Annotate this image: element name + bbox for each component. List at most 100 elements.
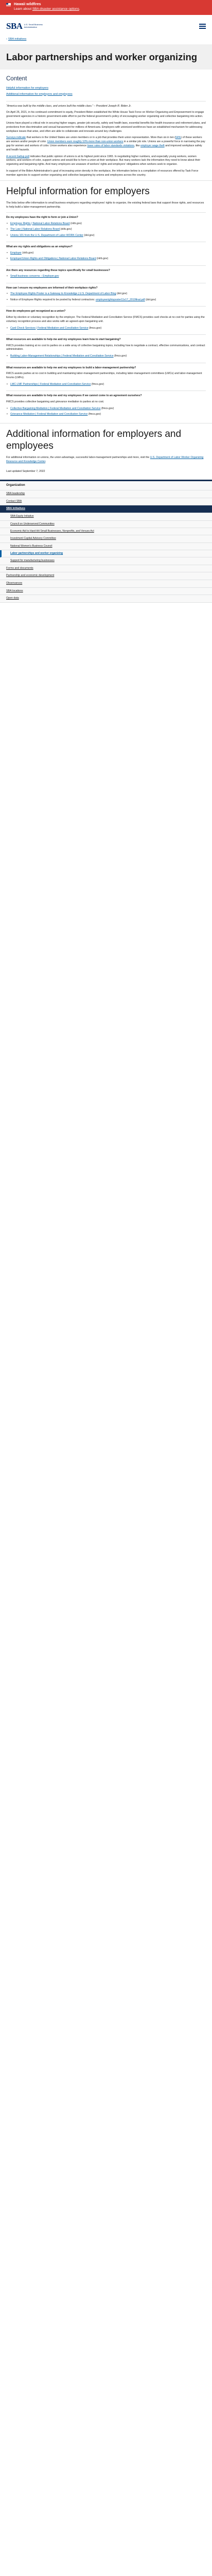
intro-paragraph-5: In support of the Biden Administration’s… xyxy=(6,170,199,177)
resource-link[interactable]: Collective Bargaining Mediation | Federa… xyxy=(10,407,101,410)
list-item: Unions 101 from the U.S. Department of L… xyxy=(6,234,206,238)
faq-item: Are there any resources regarding these … xyxy=(6,265,206,283)
sidenav-item[interactable]: Support for manufacturing businesses xyxy=(0,557,212,565)
sidenav-item[interactable]: Council on Underserved Communities xyxy=(0,521,212,528)
faq-question: How do employees get recognized as a uni… xyxy=(6,310,66,313)
toc-link-additional[interactable]: Additional information for employers and… xyxy=(6,92,206,96)
faq-question: What are my rights and obligations as an… xyxy=(6,245,73,249)
additional-section: For additional information on unions, th… xyxy=(0,456,212,464)
faq-answer-text: FMCS provides training at no cost to par… xyxy=(6,344,205,351)
faq-resource-list: Card Check Services | Federal Mediation … xyxy=(6,327,206,331)
faq-item: What resources are available to help me … xyxy=(6,362,206,391)
resource-link[interactable]: Card Check Services | Federal Mediation … xyxy=(10,327,89,330)
faq-question: What resources are available to help me … xyxy=(6,366,136,369)
sidenav-item[interactable]: Forms and documents xyxy=(0,565,212,573)
back-breadcrumb-link[interactable]: ‹ SBA initiatives xyxy=(0,37,212,43)
faq-resource-list: Employer (nlrb.gov)Employer/Union Rights… xyxy=(6,251,206,261)
sidenav-item[interactable]: SBA leadership xyxy=(0,490,212,498)
faq-item: How can I ensure my employees are inform… xyxy=(6,282,206,307)
content-section: Content Helpful information for employer… xyxy=(0,75,212,178)
content-heading: Content xyxy=(6,75,27,82)
resource-link[interactable]: Unions 101 from the U.S. Department of L… xyxy=(10,234,83,237)
faq-item: What are my rights and obligations as an… xyxy=(6,242,206,265)
side-navigation: Organization SBA leadership Contact SBA SB… xyxy=(0,480,212,603)
faq-resource-list: Building Labor-Management Relationships … xyxy=(6,354,206,359)
resource-link[interactable]: Building Labor-Management Relationships … xyxy=(10,354,114,358)
faq-resource-list: Employee Rights | National Labor Relatio… xyxy=(6,222,206,238)
additional-heading: Additional information for employers and… xyxy=(0,422,212,456)
page-title: Labor partnerships and worker organizing xyxy=(6,51,198,62)
resource-link[interactable]: LMC-LMF Partnerships | Federal Mediation… xyxy=(10,383,91,386)
resource-link[interactable]: The Law | National Labor Relations Board xyxy=(10,228,60,231)
page-hero: Labor partnerships and worker organizing xyxy=(0,44,212,70)
resource-link[interactable]: Small business concerns – Employer.gov xyxy=(10,275,59,278)
resource-link[interactable]: The Employee Rights Poster is a Gateway … xyxy=(10,292,116,295)
intro-paragraph-4: A recent Gallup poll indicates that publ… xyxy=(6,155,201,166)
faq-answer-text: FMCS assists parties at no cost in build… xyxy=(6,372,202,380)
sidenav-item[interactable]: National Women's Business Council xyxy=(0,543,212,551)
logo-mark: SBA xyxy=(6,21,23,31)
resource-link[interactable]: Employer xyxy=(10,251,22,255)
sba-logo[interactable]: SBA U.S. Small Business Administration xyxy=(6,20,43,33)
list-item: Employee Rights | National Labor Relatio… xyxy=(6,222,206,226)
sidenav-item[interactable]: SBA Equity Initiative xyxy=(0,513,212,521)
list-item: Employer (nlrb.gov) xyxy=(6,251,206,256)
emergency-alert-banner: Hawaii wildfires Learn about SBA disaste… xyxy=(0,0,212,15)
site-header: SBA U.S. Small Business Administration xyxy=(0,15,212,37)
alert-title: Hawaii wildfires xyxy=(14,3,41,6)
intro-paragraph-3: Surveys indicate that workers in the Uni… xyxy=(6,136,205,151)
faq-answer-text: Either by election or voluntary recognit… xyxy=(6,315,205,323)
list-item: Building Labor-Management Relationships … xyxy=(6,354,206,359)
intro-paragraph-2: Unions have played a critical role in se… xyxy=(6,122,206,133)
intro-paragraph-1: On April 26, 2021, in his continued comm… xyxy=(6,111,204,118)
resource-link[interactable]: employeerightsposter11x17_2019final.pdf xyxy=(96,298,145,301)
table-of-contents: Helpful information for employers Additi… xyxy=(6,86,206,101)
faq-question: What resources are available to help me … xyxy=(6,338,121,342)
faq-resource-list: Collective Bargaining Mediation | Federa… xyxy=(6,407,206,417)
faq-question: Do my employees have the right to form o… xyxy=(6,216,78,219)
faq-question: How can I ensure my employees are inform… xyxy=(6,286,98,290)
sidenav-item[interactable]: Economic Aid to Hard-Hit Small Businesse… xyxy=(0,528,212,536)
faq-list: Do my employees have the right to form o… xyxy=(6,212,206,421)
flag-icon xyxy=(6,3,11,6)
faq-resource-list: The Employee Rights Poster is a Gateway … xyxy=(6,292,206,302)
employers-section: The links below offer information to sma… xyxy=(0,201,212,420)
employers-intro: The links below offer information to sma… xyxy=(6,201,204,209)
list-item: Notice of Employee Rights required to be… xyxy=(6,298,206,302)
list-item: LMC-LMF Partnerships | Federal Mediation… xyxy=(6,383,206,387)
sidenav-title: Organization xyxy=(0,481,212,491)
sidenav-item[interactable]: Partnership and economic development xyxy=(0,572,212,581)
list-item: The Law | National Labor Relations Board… xyxy=(6,228,206,232)
list-item: Employer/Union Rights and Obligations | … xyxy=(6,257,206,261)
list-item: The Employee Rights Poster is a Gateway … xyxy=(6,292,206,296)
biden-quote: “America was built by the middle class, … xyxy=(6,104,132,108)
additional-text: For additional information on unions, th… xyxy=(6,456,204,464)
faq-resource-list: LMC-LMF Partnerships | Federal Mediation… xyxy=(6,383,206,387)
faq-item: Do my employees have the right to form o… xyxy=(6,212,206,242)
faq-item: What resources are available to help me … xyxy=(6,334,206,363)
faq-item: How do employees get recognized as a uni… xyxy=(6,306,206,334)
resource-link[interactable]: Employee Rights | National Labor Relatio… xyxy=(10,222,70,225)
sidenav-item[interactable]: SBA locations xyxy=(0,588,212,596)
alert-link[interactable]: SBA disaster assistance options xyxy=(32,7,79,11)
sidenav-item[interactable]: Observances xyxy=(0,580,212,588)
hamburger-menu-icon[interactable] xyxy=(199,24,206,29)
resource-link[interactable]: Grievance Mediation | Federal Mediation … xyxy=(10,413,87,416)
faq-question: Are there any resources regarding these … xyxy=(6,268,110,272)
list-item: Grievance Mediation | Federal Mediation … xyxy=(6,413,206,417)
resource-link[interactable]: Employer/Union Rights and Obligations | … xyxy=(10,257,96,260)
chevron-left-icon: ‹ xyxy=(6,37,7,41)
sidenav-item[interactable]: Open data xyxy=(0,595,212,603)
faq-item: What resources are available to help me … xyxy=(6,391,206,420)
faq-answer-text: FMCS provides collective bargaining and … xyxy=(6,400,104,403)
sidenav-item[interactable]: Contact SBA xyxy=(0,498,212,506)
employers-heading: Helpful information for employers xyxy=(0,180,212,202)
last-updated: Last updated September 7, 2022 xyxy=(6,469,45,473)
sidenav-item[interactable]: SBA initiatives xyxy=(0,505,212,514)
list-item: Small business concerns – Employer.gov xyxy=(6,275,206,279)
sidenav-item[interactable]: Labor partnerships and worker organizing xyxy=(0,550,212,558)
toc-link-employers[interactable]: Helpful information for employers xyxy=(6,86,206,90)
faq-question: What resources are available to help me … xyxy=(6,394,142,398)
list-item: Card Check Services | Federal Mediation … xyxy=(6,327,206,331)
sidenav-item[interactable]: Investment Capital Advisory Committee xyxy=(0,535,212,543)
